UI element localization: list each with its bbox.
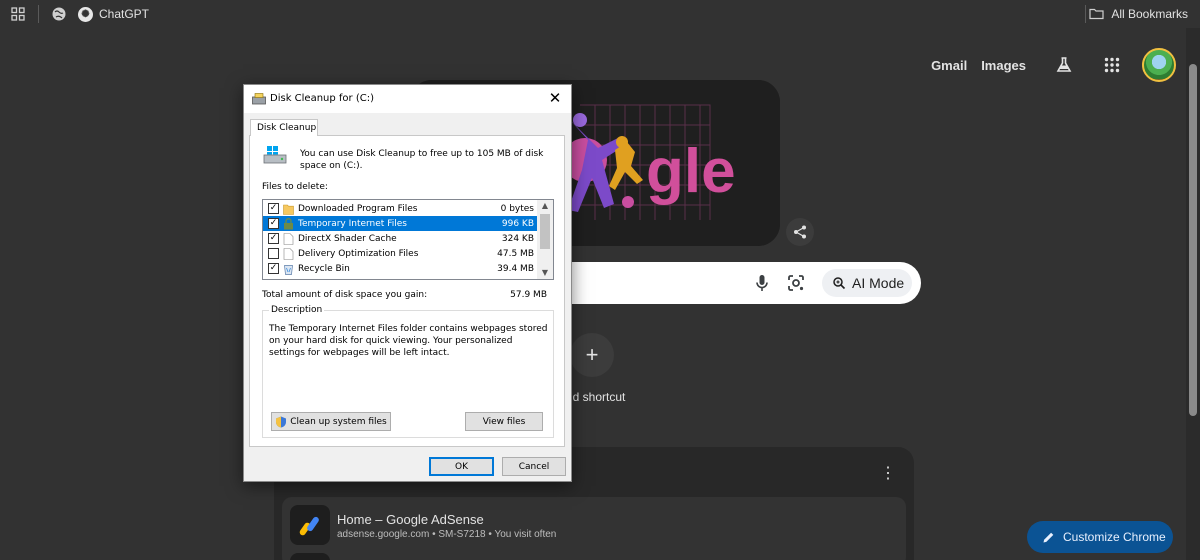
file-size: 324 KB — [501, 233, 534, 244]
adsense-logo-icon — [290, 505, 330, 545]
bookmark-chatgpt-label: ChatGPT — [99, 7, 150, 21]
bookmark-chatgpt[interactable]: ✺ ChatGPT — [78, 5, 149, 23]
folder-icon — [283, 204, 294, 215]
chevron-up-icon[interactable]: ▲ — [537, 200, 553, 212]
ai-mode-label: AI Mode — [852, 275, 905, 291]
files-to-delete-label: Files to delete: — [262, 182, 328, 192]
card-next-logo — [290, 553, 330, 560]
disk-cleanup-icon — [252, 93, 266, 105]
bookmarks-divider — [1085, 5, 1086, 23]
customize-chrome-button[interactable]: Customize Chrome — [1027, 521, 1173, 553]
card-subtitle: adsense.google.com • SM-S7218 • You visi… — [337, 529, 557, 540]
google-apps-icon[interactable] — [1100, 53, 1124, 77]
file-checkbox[interactable]: ✓ — [268, 233, 279, 244]
recycle-bin-icon — [284, 264, 293, 275]
total-space-label: Total amount of disk space you gain: — [262, 290, 428, 300]
file-checkbox[interactable]: ✓ — [268, 203, 279, 214]
share-icon — [794, 225, 806, 239]
cards-menu-button[interactable]: ⋮ — [880, 464, 896, 484]
folder-icon — [1089, 8, 1104, 20]
labs-flask-icon[interactable] — [1052, 53, 1076, 77]
file-list-scrollbar-thumb[interactable] — [540, 214, 550, 249]
profile-avatar[interactable] — [1142, 48, 1176, 82]
file-name: Temporary Internet Files — [298, 218, 407, 229]
file-row[interactable]: ✓ Recycle Bin 39.4 MB — [263, 261, 537, 276]
close-icon[interactable]: ✕ — [547, 90, 563, 106]
chevron-down-icon[interactable]: ▼ — [537, 267, 553, 279]
ok-button[interactable]: OK — [429, 457, 494, 476]
all-bookmarks-label: All Bookmarks — [1111, 7, 1188, 21]
file-row-selected[interactable]: ✓ Temporary Internet Files 996 KB — [263, 216, 537, 231]
clean-up-system-files-button[interactable]: Clean up system files — [271, 412, 391, 431]
dialog-intro-text: You can use Disk Cleanup to free up to 1… — [300, 149, 544, 171]
clean-up-system-files-label: Clean up system files — [290, 416, 387, 427]
add-shortcut-button[interactable]: + — [570, 333, 614, 377]
view-files-button[interactable]: View files — [465, 412, 543, 431]
file-icon — [283, 232, 294, 245]
files-to-delete-list[interactable]: ✓ Downloaded Program Files 0 bytes ✓ Tem… — [262, 199, 554, 280]
file-size: 47.5 MB — [497, 248, 534, 259]
dialog-titlebar[interactable]: Disk Cleanup for (C:) ✕ — [244, 85, 571, 113]
gmail-link[interactable]: Gmail — [931, 58, 967, 73]
doodle-text: gle — [646, 137, 736, 206]
disk-cleanup-tab-page: You can use Disk Cleanup to free up to 1… — [249, 135, 565, 447]
microphone-icon[interactable] — [751, 272, 773, 294]
file-icon — [283, 247, 294, 260]
card-title: Home – Google AdSense — [337, 512, 484, 527]
file-size: 0 bytes — [500, 203, 534, 214]
description-group: Description The Temporary Internet Files… — [262, 305, 554, 438]
file-checkbox[interactable]: ✓ — [268, 218, 279, 229]
lock-icon — [284, 217, 293, 229]
bookmarks-bar: ✺ ChatGPT All Bookmarks — [0, 0, 1200, 28]
ai-mode-search-spark-icon — [833, 277, 846, 290]
google-lens-icon[interactable] — [785, 272, 807, 294]
file-size: 39.4 MB — [497, 263, 534, 274]
pencil-icon — [1043, 532, 1054, 542]
all-bookmarks-button[interactable]: All Bookmarks — [1089, 5, 1188, 23]
file-checkbox[interactable]: ✓ — [268, 263, 279, 274]
page-scrollbar[interactable] — [1186, 28, 1200, 560]
file-name: Recycle Bin — [298, 263, 350, 274]
file-name: DirectX Shader Cache — [298, 233, 397, 244]
google-top-links: Gmail Images — [931, 48, 1176, 82]
chatgpt-icon: ✺ — [78, 6, 93, 22]
description-legend: Description — [269, 305, 325, 315]
card-item-adsense[interactable]: Home – Google AdSense adsense.google.com… — [282, 497, 906, 560]
bookmarks-divider — [38, 5, 39, 23]
cancel-button[interactable]: Cancel — [502, 457, 566, 476]
file-size: 996 KB — [501, 218, 534, 229]
doodle-share-button[interactable] — [786, 218, 814, 246]
customize-chrome-label: Customize Chrome — [1063, 530, 1166, 544]
plus-icon: + — [585, 342, 599, 367]
file-checkbox[interactable] — [268, 248, 279, 259]
globe-icon[interactable] — [51, 6, 67, 22]
ai-mode-button[interactable]: AI Mode — [822, 269, 912, 297]
page-scrollbar-thumb[interactable] — [1189, 64, 1197, 416]
dialog-title: Disk Cleanup for (C:) — [270, 93, 374, 104]
uac-shield-icon — [276, 416, 287, 427]
file-list-scrollbar[interactable]: ▲ ▼ — [537, 200, 553, 279]
total-space-value: 57.9 MB — [510, 290, 547, 300]
file-name: Delivery Optimization Files — [298, 248, 419, 259]
add-shortcut-label: dd shortcut — [566, 390, 626, 404]
file-name: Downloaded Program Files — [298, 203, 418, 214]
description-text: The Temporary Internet Files folder cont… — [269, 324, 548, 358]
apps-grid-icon[interactable] — [10, 6, 26, 22]
disk-cleanup-dialog: Disk Cleanup for (C:) ✕ Disk Cleanup You… — [243, 84, 572, 482]
file-row[interactable]: ✓ DirectX Shader Cache 324 KB — [263, 231, 537, 246]
drive-icon — [263, 146, 287, 164]
tab-disk-cleanup[interactable]: Disk Cleanup — [250, 119, 318, 136]
file-row[interactable]: ✓ Downloaded Program Files 0 bytes — [263, 201, 537, 216]
images-link[interactable]: Images — [981, 58, 1026, 73]
file-row[interactable]: Delivery Optimization Files 47.5 MB — [263, 246, 537, 261]
